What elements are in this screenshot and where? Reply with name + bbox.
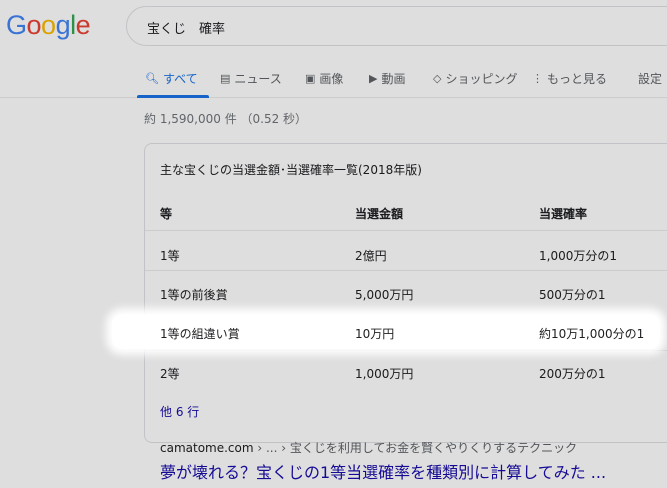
table-cell: 1等の前後賞: [160, 288, 228, 302]
google-logo[interactable]: Google: [6, 10, 91, 41]
table-header-probability: 当選確率: [539, 207, 588, 221]
row-divider: [145, 270, 667, 271]
result-citation: camatome.com › ... › 宝くじを利用してお金を賢くやりくりする…: [160, 439, 577, 456]
tab-all[interactable]: 🔍︎ すべて: [145, 68, 198, 88]
result-domain: camatome.com: [160, 441, 254, 455]
logo-letter-o2: o: [41, 10, 56, 40]
more-vert-icon: ⋮: [532, 71, 543, 85]
table-cell: 200万分の1: [539, 367, 606, 381]
tab-shopping-label: ショッピング: [445, 71, 518, 86]
tab-images[interactable]: ▣ 画像: [305, 68, 343, 88]
logo-letter-e: e: [75, 10, 91, 40]
result-title-link[interactable]: 夢が壊れる？宝くじの1等当選確率を種類別に計算してみた ...: [160, 459, 606, 483]
search-box[interactable]: 宝くじ 確率: [126, 6, 667, 46]
table-cell: 500万分の1: [539, 288, 606, 302]
tab-videos[interactable]: ▶ 動画: [369, 68, 405, 88]
tag-icon: ◇: [433, 71, 442, 85]
tab-videos-label: 動画: [381, 71, 406, 86]
tab-news-label: ニュース: [234, 71, 282, 86]
search-icon: 🔍︎: [145, 71, 159, 85]
table-cell: 2等: [160, 367, 180, 381]
table-header-amount: 当選金額: [355, 207, 404, 221]
result-stats: 約 1,590,000 件 （0.52 秒）: [144, 112, 308, 126]
table-cell: 1,000万円: [355, 367, 414, 381]
active-tab-indicator: [137, 95, 209, 98]
search-input[interactable]: 宝くじ 確率: [147, 18, 225, 37]
table-cell: 1等: [160, 249, 180, 263]
logo-letter-g: G: [6, 10, 27, 40]
tab-images-label: 画像: [319, 71, 344, 86]
table-cell: 2億円: [355, 249, 387, 263]
more-rows-link[interactable]: 他 6 行: [160, 403, 199, 420]
tab-settings-label: 設定: [638, 71, 663, 86]
table-cell-highlight: 約10万1,000分の1: [539, 327, 645, 341]
tab-all-label: すべて: [162, 71, 198, 86]
table-header-rank: 等: [160, 207, 173, 221]
result-breadcrumb: › ... › 宝くじを利用してお金を賢くやりくりするテクニック: [253, 441, 578, 455]
logo-letter-o1: o: [26, 10, 42, 40]
logo-letter-g2: g: [55, 10, 71, 40]
search-tabs: 🔍︎ すべて ▤ ニュース ▣ 画像 ▶ 動画 ◇ ショッピング ⋮ もっと見る…: [0, 58, 667, 98]
news-icon: ▤: [220, 71, 231, 85]
snippet-title: 主な宝くじの当選金額･当選確率一覧(2018年版): [160, 163, 422, 177]
table-cell: 1,000万分の1: [539, 249, 617, 263]
row-divider: [145, 230, 667, 231]
tab-more-label: もっと見る: [547, 71, 608, 86]
table-cell-highlight: 1等の組違い賞: [160, 327, 240, 341]
tab-news[interactable]: ▤ ニュース: [220, 68, 282, 88]
table-cell: 5,000万円: [355, 288, 414, 302]
tab-shopping[interactable]: ◇ ショッピング: [433, 68, 517, 88]
tab-more[interactable]: ⋮ もっと見る: [532, 68, 607, 88]
image-icon: ▣: [305, 71, 316, 85]
row-divider: [145, 350, 667, 351]
video-icon: ▶: [369, 71, 378, 85]
table-cell-highlight: 10万円: [355, 327, 395, 341]
tab-settings[interactable]: 設定: [638, 68, 662, 88]
